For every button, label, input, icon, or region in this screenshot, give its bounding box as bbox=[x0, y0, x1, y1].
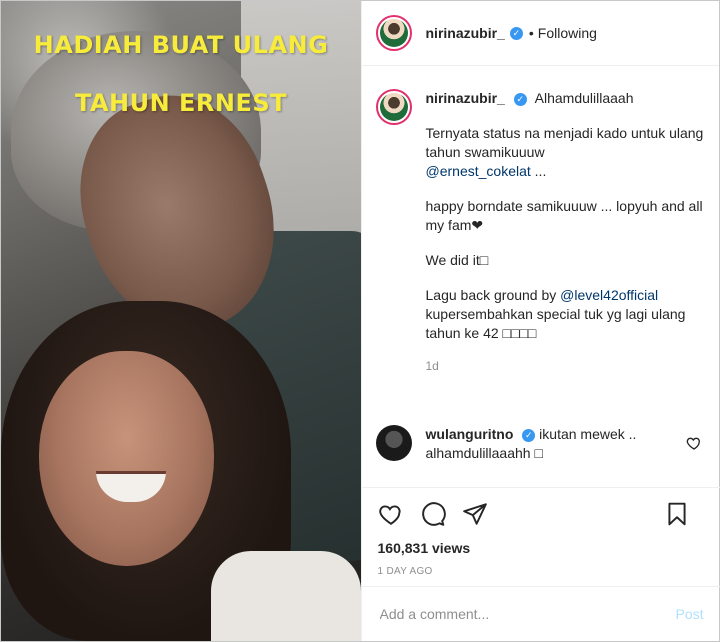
woman-face bbox=[39, 351, 214, 566]
comment-bubble-icon[interactable] bbox=[420, 501, 446, 527]
verified-badge-icon: ✓ bbox=[522, 428, 536, 442]
comment-item: wulanguritno ✓ ikutan mewek .. alhamduli… bbox=[375, 425, 706, 463]
verified-badge-icon: ✓ bbox=[513, 92, 527, 106]
verified-badge-icon: ✓ bbox=[509, 26, 523, 40]
caption-username[interactable]: nirinazubir_ bbox=[426, 90, 505, 106]
add-comment-bar: Post bbox=[361, 586, 720, 641]
separator-dot: • bbox=[528, 25, 534, 41]
post-side-panel: nirinazubir_ ✓ • Following nirinazubir_ … bbox=[360, 1, 720, 641]
commenter-avatar[interactable] bbox=[375, 425, 412, 461]
post-image[interactable]: HADIAH BUAT ULANG TAHUN ERNEST bbox=[1, 1, 361, 641]
overlay-text-line2: TAHUN ERNEST bbox=[74, 89, 288, 117]
save-bookmark-icon[interactable] bbox=[664, 501, 690, 527]
instagram-post-frame: HADIAH BUAT ULANG TAHUN ERNEST nirinazub… bbox=[0, 0, 720, 642]
woman-top bbox=[211, 551, 361, 641]
post-actions: 160,831 views 1 DAY AGO bbox=[361, 487, 720, 577]
mention-link[interactable]: @level42official bbox=[560, 287, 658, 303]
caption-paragraph-2: happy borndate samikuuuw ... lopyuh and … bbox=[425, 198, 703, 233]
caption-paragraph-1: Ternyata status na menjadi kado untuk ul… bbox=[425, 125, 704, 179]
following-button[interactable]: Following bbox=[538, 25, 597, 41]
caption-first-line: Alhamdulillaaah bbox=[534, 90, 634, 106]
author-username[interactable]: nirinazubir_ bbox=[426, 25, 505, 41]
mention-link[interactable]: @ernest_cokelat bbox=[426, 163, 531, 179]
view-count[interactable]: 160,831 views bbox=[362, 540, 720, 556]
add-comment-input[interactable] bbox=[377, 605, 676, 623]
caption-paragraph-3: We did it□ bbox=[425, 252, 489, 268]
caption-time-ago[interactable]: 1d bbox=[426, 357, 706, 376]
like-heart-icon[interactable] bbox=[378, 501, 404, 527]
caption-paragraph-4: Lagu back ground by @level42official kup… bbox=[425, 287, 686, 341]
author-avatar[interactable] bbox=[375, 15, 412, 51]
post-header: nirinazubir_ ✓ • Following bbox=[361, 1, 719, 66]
action-icons-row bbox=[362, 488, 720, 540]
like-comment-heart-icon[interactable] bbox=[686, 435, 702, 451]
overlay-text-line1: HADIAH BUAT ULANG bbox=[33, 31, 329, 59]
post-date[interactable]: 1 DAY AGO bbox=[362, 566, 720, 577]
share-paper-plane-icon[interactable] bbox=[462, 501, 488, 527]
commenter-username[interactable]: wulanguritno bbox=[426, 426, 514, 442]
caption-author-avatar[interactable] bbox=[375, 89, 412, 125]
post-comment-button[interactable]: Post bbox=[675, 606, 703, 622]
post-caption: nirinazubir_ ✓ Alhamdulillaaah Ternyata … bbox=[375, 89, 706, 376]
